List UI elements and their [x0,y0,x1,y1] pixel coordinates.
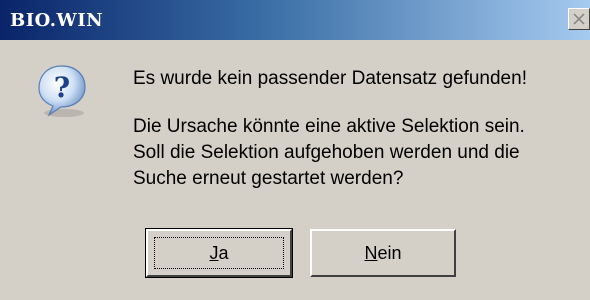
title-bar[interactable]: BIO.WIN [0,0,590,40]
message-line: Soll die Selektion aufgehoben werden und… [133,142,520,163]
yes-button[interactable]: Ja [145,228,293,278]
close-icon [573,13,585,25]
no-button[interactable]: Nein [310,229,456,277]
yes-button-label: Ja [209,243,229,263]
dialog-message: Es wurde kein passender Datensatz gefund… [133,66,583,192]
window-title: BIO.WIN [10,10,104,31]
message-dialog: BIO.WIN ? Es wurde kein passender Datens… [0,0,590,300]
no-button-label: Nein [364,243,402,263]
message-line: Suche erneut gestartet werden? [133,168,404,189]
close-button[interactable] [568,8,590,30]
svg-text:?: ? [54,71,70,104]
question-icon: ? [34,62,90,118]
message-line: Es wurde kein passender Datensatz gefund… [133,68,527,89]
message-line: Die Ursache könnte eine aktive Selektion… [133,116,525,137]
